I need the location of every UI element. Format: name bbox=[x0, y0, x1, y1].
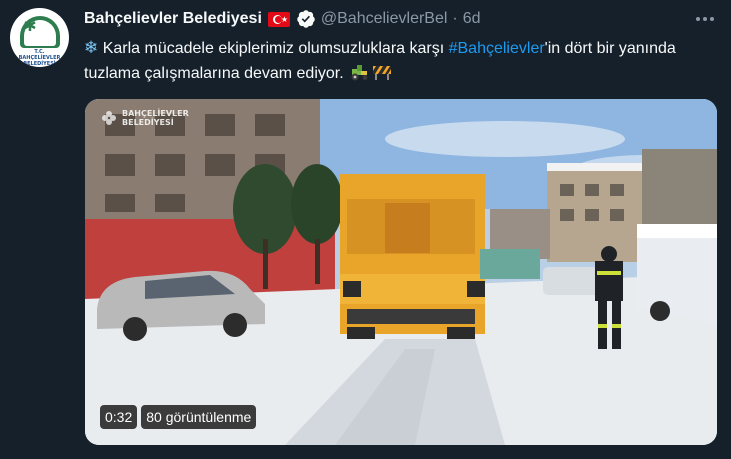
tweet-header: Bahçelievler Belediyesi ★ @BahcelievlerB… bbox=[84, 8, 481, 30]
logo-text: T.C. BAHÇELİEVLER BELEDİYESİ bbox=[19, 49, 61, 67]
avatar[interactable]: ✱ T.C. BAHÇELİEVLER BELEDİYESİ bbox=[10, 8, 69, 67]
handle[interactable]: @BahcelievlerBel bbox=[321, 10, 448, 28]
timestamp[interactable]: 6d bbox=[463, 10, 481, 28]
verified-badge-icon bbox=[297, 10, 315, 28]
more-dot-icon bbox=[703, 17, 707, 21]
flower-logo-icon bbox=[102, 111, 116, 125]
display-name[interactable]: Bahçelievler Belediyesi bbox=[84, 10, 262, 28]
view-count: 80 görüntülenme bbox=[141, 405, 257, 429]
snowflake-icon: ❄ bbox=[84, 38, 99, 58]
more-options-button[interactable] bbox=[690, 6, 720, 32]
construction-barrier-icon bbox=[373, 66, 392, 80]
video-player[interactable]: BAHÇELİEVLER BELEDİYESİ bbox=[85, 99, 717, 445]
hashtag-link[interactable]: #Bahçelievler bbox=[449, 40, 545, 57]
video-info-badges: 0:32 80 görüntülenme bbox=[100, 405, 257, 429]
tweet-text: ❄ Karla mücadele ekiplerimiz olumsuzlukl… bbox=[84, 36, 714, 86]
tractor-icon bbox=[351, 65, 368, 81]
video-frame bbox=[85, 99, 717, 445]
turkey-flag-icon: ★ bbox=[267, 11, 290, 27]
watermark-line1: BAHÇELİEVLER bbox=[122, 109, 189, 118]
video-duration: 0:32 bbox=[100, 405, 138, 429]
star-emblem-icon: ✱ bbox=[23, 18, 37, 35]
tweet-text-part1: Karla mücadele ekiplerimiz olumsuzluklar… bbox=[98, 40, 449, 57]
more-dot-icon bbox=[696, 17, 700, 21]
separator: · bbox=[452, 10, 458, 27]
tweet[interactable]: ✱ T.C. BAHÇELİEVLER BELEDİYESİ Bahçeliev… bbox=[0, 0, 731, 459]
more-dot-icon bbox=[710, 17, 714, 21]
watermark-line2: BELEDİYESİ bbox=[122, 118, 174, 127]
logo-text-line3: BELEDİYESİ bbox=[23, 61, 56, 67]
video-watermark: BAHÇELİEVLER BELEDİYESİ bbox=[101, 109, 189, 127]
